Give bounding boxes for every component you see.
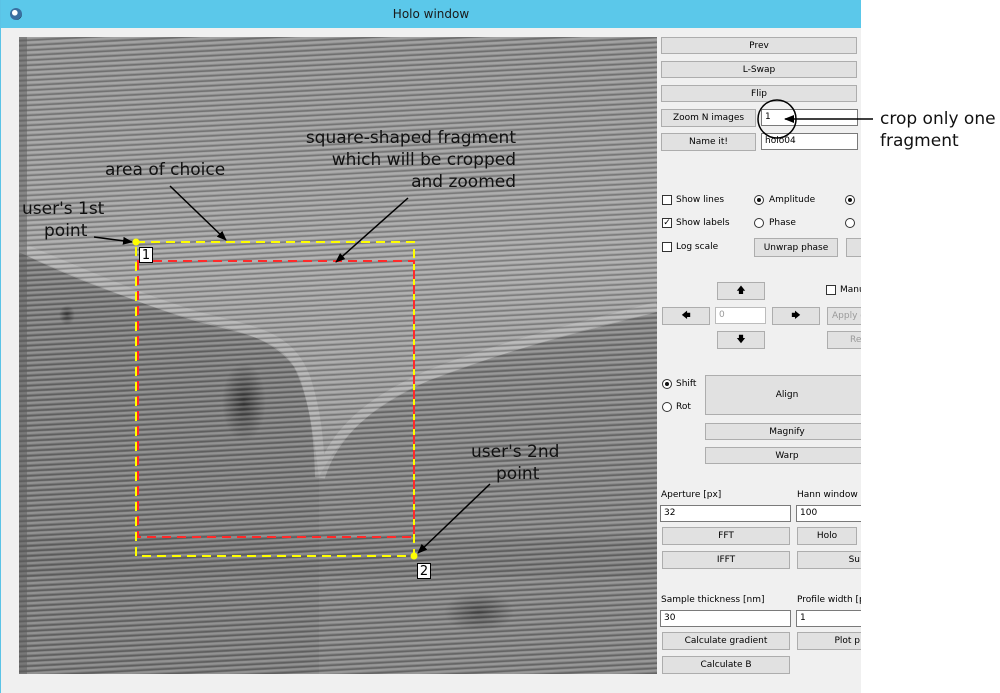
annotation-crop-2: fragment [880, 131, 959, 151]
arrow-left-button[interactable]: 🡄 [662, 307, 710, 325]
flip-button[interactable]: Flip [661, 85, 857, 102]
sum-button[interactable]: Su [797, 551, 861, 569]
align-button[interactable]: Align [705, 375, 861, 415]
log-scale-label: Log scale [676, 242, 719, 252]
aperture-input[interactable]: 32 [660, 505, 791, 522]
magnify-button[interactable]: Magnify [705, 423, 861, 440]
zoom-n-images-button[interactable]: Zoom N images [661, 109, 756, 127]
annotation-fragment-2: which will be cropped [331, 150, 516, 170]
warp-button[interactable]: Warp [705, 447, 861, 464]
annotation-area-of-choice: area of choice [105, 160, 226, 180]
unwrap-phase-button[interactable]: Unwrap phase [754, 238, 838, 257]
annotation-fragment-3: and zoomed [411, 172, 516, 192]
window-title: Holo window [392, 7, 470, 21]
view-option-radio-2[interactable] [845, 218, 855, 228]
amplitude-radio[interactable] [754, 195, 764, 205]
extra-button-clipped[interactable] [846, 238, 861, 257]
shift-radio[interactable] [662, 379, 672, 389]
checkmark-icon: ✓ [663, 218, 671, 228]
log-scale-checkbox[interactable] [662, 242, 672, 252]
phase-radio[interactable] [754, 218, 764, 228]
view-option-radio-1[interactable] [845, 195, 855, 205]
annotation-first-point-2: point [44, 221, 88, 241]
aperture-label: Aperture [px] [661, 490, 722, 500]
arrow-up-button[interactable]: 🡅 [717, 282, 765, 300]
manual-checkbox[interactable] [826, 285, 836, 295]
holo-window: Holo window Prev L-Swap Flip Zoom N imag… [0, 0, 861, 693]
left-edge-shadow [19, 37, 27, 674]
reset-button[interactable]: Res [827, 331, 861, 349]
annotation-crop-1: crop only one [880, 109, 996, 129]
shift-label: Shift [676, 379, 697, 389]
first-point-dot [132, 238, 140, 246]
second-point-dot [410, 552, 418, 560]
annotation-first-point-1: user's 1st [22, 199, 105, 219]
sample-thickness-label: Sample thickness [nm] [661, 595, 765, 605]
hann-window-input[interactable]: 100 [796, 505, 861, 522]
arrow-right-icon: 🡆 [791, 311, 801, 321]
fft-button[interactable]: FFT [662, 527, 790, 545]
manual-label: Manu [840, 285, 861, 295]
l-swap-button[interactable]: L-Swap [661, 61, 857, 78]
show-lines-checkbox[interactable] [662, 195, 672, 205]
phase-label: Phase [769, 218, 796, 228]
status-bar [1, 686, 861, 693]
sample-thickness-input[interactable]: 30 [660, 610, 791, 627]
apply-button[interactable]: Apply c [827, 307, 861, 325]
show-labels-label: Show labels [676, 218, 730, 228]
arrow-down-button[interactable]: 🡇 [717, 331, 765, 349]
show-labels-checkbox[interactable]: ✓ [662, 218, 672, 228]
point-marker-1: 1 [139, 247, 153, 263]
zoom-n-images-input[interactable]: 1 [761, 109, 858, 126]
point-marker-2: 2 [417, 563, 431, 579]
title-bar[interactable]: Holo window [1, 0, 861, 28]
show-lines-label: Show lines [676, 195, 725, 205]
profile-width-label: Profile width [px [797, 595, 861, 605]
rot-radio[interactable] [662, 402, 672, 412]
plot-profile-button[interactable]: Plot p [797, 632, 861, 650]
annotation-fragment-1: square-shaped fragment [305, 128, 516, 148]
shift-value-input[interactable]: 0 [715, 307, 766, 324]
calculate-gradient-button[interactable]: Calculate gradient [662, 632, 790, 650]
profile-width-input[interactable]: 1 [796, 610, 861, 627]
annotation-second-point-2: point [496, 464, 540, 484]
calculate-b-button[interactable]: Calculate B [662, 656, 790, 674]
holo-button[interactable]: Holo [797, 527, 857, 545]
name-input[interactable]: holo04 [761, 133, 858, 150]
prev-button[interactable]: Prev [661, 37, 857, 54]
ifft-button[interactable]: IFFT [662, 551, 790, 569]
hann-window-label: Hann window [px [797, 490, 861, 500]
name-it-button[interactable]: Name it! [661, 133, 756, 151]
arrow-left-icon: 🡄 [681, 311, 691, 321]
rot-label: Rot [676, 402, 691, 412]
arrow-up-icon: 🡅 [736, 286, 746, 296]
annotation-second-point-1: user's 2nd [471, 442, 560, 462]
arrow-down-icon: 🡇 [736, 335, 746, 345]
amplitude-label: Amplitude [769, 195, 816, 205]
arrow-right-button[interactable]: 🡆 [772, 307, 820, 325]
